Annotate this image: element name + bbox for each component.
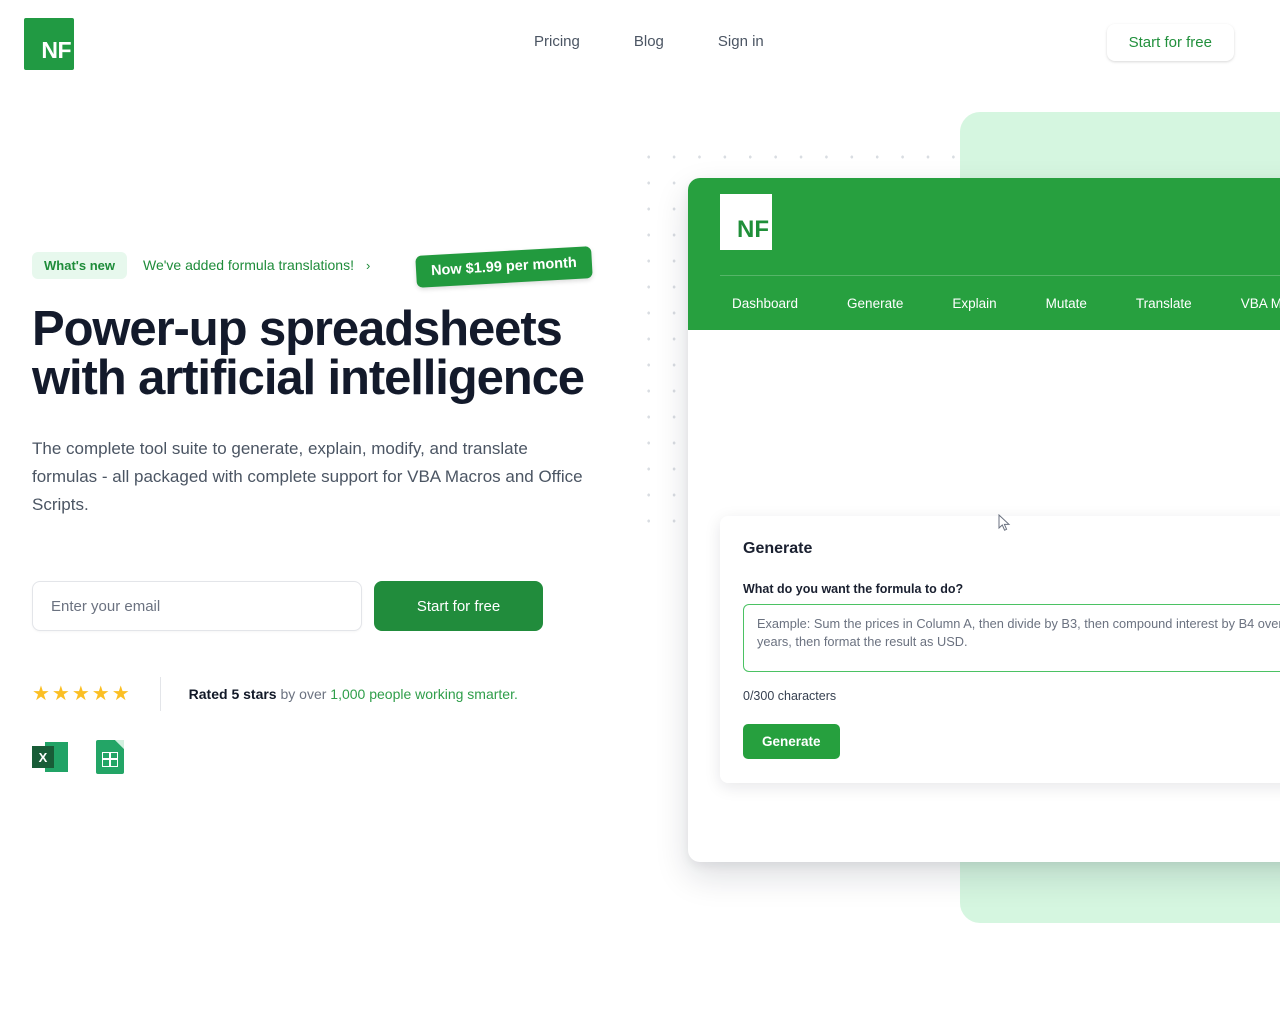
nav-item-blog[interactable]: Blog bbox=[634, 31, 664, 53]
announcement-link[interactable]: We've added formula translations! › bbox=[143, 257, 370, 273]
page-title: Power-up spreadsheets with artificial in… bbox=[32, 305, 632, 403]
mockup-nav-explain[interactable]: Explain bbox=[952, 296, 996, 311]
nav-item-pricing[interactable]: Pricing bbox=[534, 31, 580, 53]
rating-headline: Rated 5 stars bbox=[188, 686, 277, 702]
whats-new-badge: What's new bbox=[32, 251, 127, 279]
headline-line-2: with artificial intelligence bbox=[32, 351, 585, 405]
hero-section: What's new We've added formula translati… bbox=[32, 246, 632, 775]
chevron-right-icon: › bbox=[365, 257, 371, 273]
hero-subheading: The complete tool suite to generate, exp… bbox=[32, 439, 583, 514]
rating-text: Rated 5 stars by over 1,000 people worki… bbox=[189, 686, 518, 702]
generate-card: Generate What do you want the formula to… bbox=[720, 516, 1280, 783]
mockup-nav-dashboard[interactable]: Dashboard bbox=[732, 296, 798, 311]
generate-submit-button[interactable]: Generate bbox=[743, 724, 840, 759]
mockup-topbar: NF Dashboard Generate Explain Mutate Tra… bbox=[688, 178, 1280, 330]
rating-count: 1,000 people working smarter. bbox=[330, 686, 518, 702]
generate-card-title: Generate bbox=[743, 540, 813, 557]
headline-line-1: Power-up spreadsheets bbox=[32, 302, 563, 356]
announcement-text: We've added formula translations! bbox=[143, 257, 354, 273]
rating-divider bbox=[159, 677, 161, 711]
mockup-logo: NF bbox=[720, 194, 772, 250]
header-start-for-free-button[interactable]: Start for free bbox=[1106, 24, 1234, 61]
brand-logo-text: NF bbox=[41, 37, 71, 63]
nav-item-sign-in[interactable]: Sign in bbox=[718, 31, 764, 53]
google-sheets-icon bbox=[96, 740, 124, 774]
mockup-nav-mutate[interactable]: Mutate bbox=[1046, 296, 1087, 311]
email-input[interactable] bbox=[32, 581, 362, 631]
mockup-logo-text: NF bbox=[737, 216, 769, 243]
hero-start-for-free-button[interactable]: Start for free bbox=[374, 581, 543, 631]
platform-icons: X bbox=[32, 739, 632, 775]
microsoft-excel-icon: X bbox=[32, 739, 68, 775]
site-header: NF Pricing Blog Sign in Start for free bbox=[0, 0, 1280, 88]
mockup-nav-generate[interactable]: Generate bbox=[847, 296, 903, 311]
announcement-row: What's new We've added formula translati… bbox=[32, 246, 632, 288]
rating-row: ★★★★★ Rated 5 stars by over 1,000 people… bbox=[32, 677, 632, 711]
star-rating-icons: ★★★★★ bbox=[32, 683, 132, 705]
formula-prompt-label: What do you want the formula to do? bbox=[743, 582, 964, 596]
excel-icon-letter: X bbox=[32, 746, 54, 768]
main-navigation: Pricing Blog Sign in bbox=[534, 31, 764, 53]
mockup-nav-vba-macros[interactable]: VBA Macros bbox=[1241, 296, 1280, 311]
app-mockup-window: NF Dashboard Generate Explain Mutate Tra… bbox=[688, 178, 1280, 862]
signup-form: Start for free bbox=[32, 581, 632, 631]
mockup-nav-translate[interactable]: Translate bbox=[1136, 296, 1192, 311]
mockup-divider bbox=[720, 275, 1280, 276]
price-ribbon-badge: Now $1.99 per month bbox=[415, 246, 593, 288]
brand-logo[interactable]: NF bbox=[24, 18, 74, 70]
formula-prompt-textarea[interactable] bbox=[743, 604, 1280, 672]
rating-connector: by over bbox=[276, 686, 331, 702]
character-counter: 0/300 characters bbox=[743, 689, 837, 703]
mockup-navigation: Dashboard Generate Explain Mutate Transl… bbox=[732, 296, 1280, 311]
